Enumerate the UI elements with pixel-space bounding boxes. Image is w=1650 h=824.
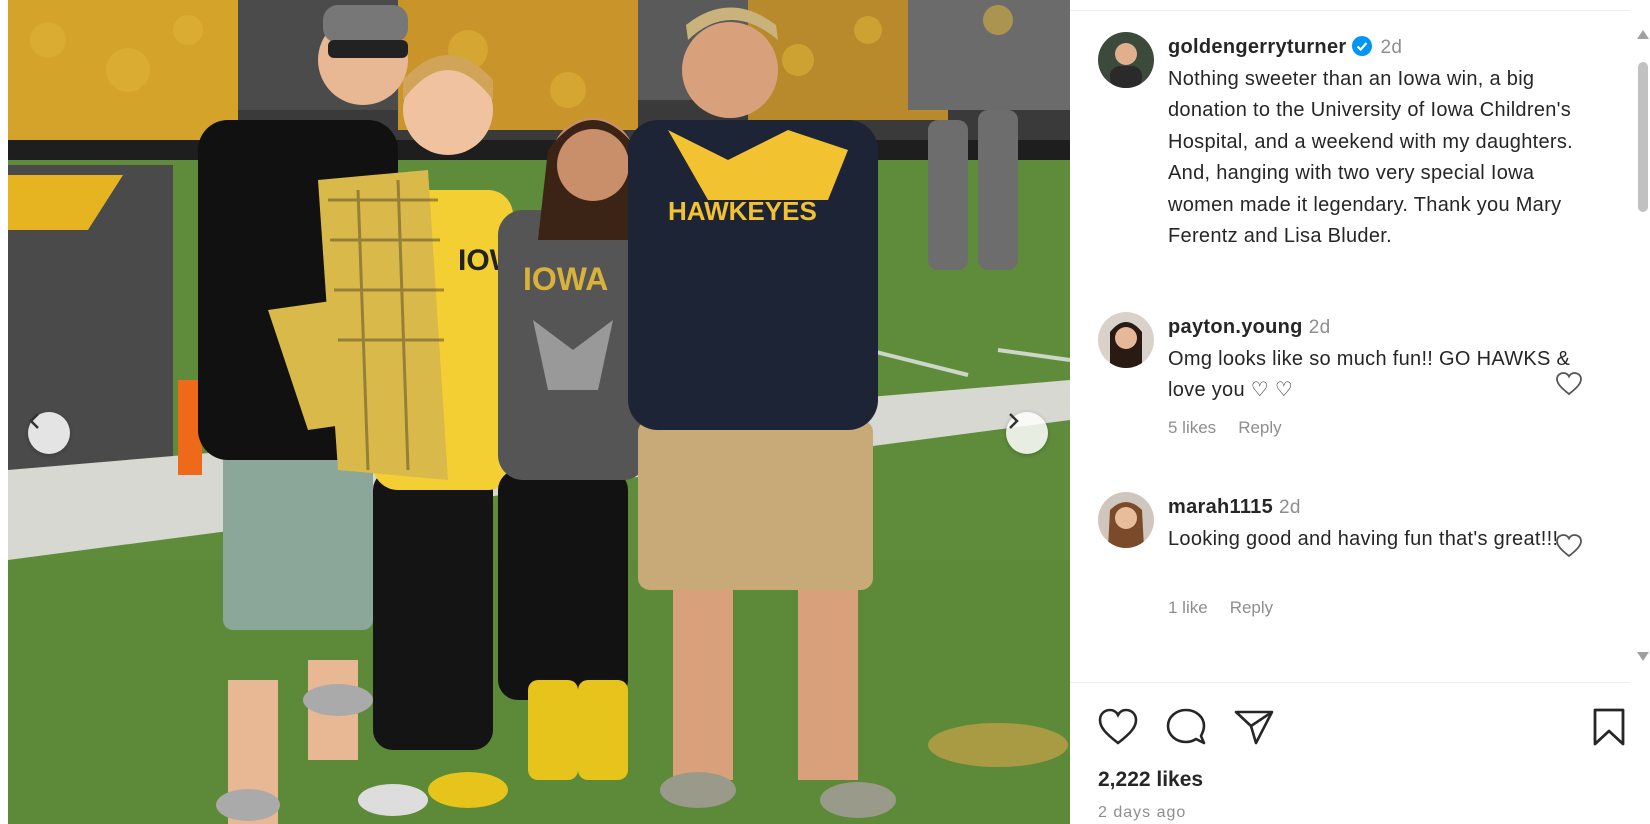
comment-item: marah1115 2d Looking good and having fun … [1098,492,1610,642]
photo-scene: IOWA HAWKS IOWA HAWKEYES [8,0,1070,824]
like-button[interactable] [1098,708,1138,746]
comment-meta: 1 like Reply [1168,598,1295,618]
verified-badge-icon [1352,36,1373,56]
comment-text: Omg looks like so much fun!! GO HAWKS & … [1168,347,1571,402]
svg-text:IOWA: IOWA [523,261,608,297]
comment-likes[interactable]: 5 likes [1168,418,1216,437]
heart-icon[interactable] [1556,534,1582,558]
panel-top-divider [1070,10,1630,11]
comment-button[interactable] [1166,708,1206,746]
save-button[interactable] [1592,708,1626,746]
comment-text-block: payton.young 2d Omg looks like so much fu… [1168,312,1580,407]
comment-time: 2d [1308,317,1331,338]
comment-item: payton.young 2d Omg looks like so much fu… [1098,312,1610,462]
carousel-next-button[interactable] [1006,412,1048,454]
caption-text: Nothing sweeter than an Iowa win, a big … [1168,67,1574,248]
comment-username[interactable]: marah1115 [1168,496,1273,518]
share-button[interactable] [1234,708,1274,746]
person-3: IOWA [498,118,648,780]
chevron-left-icon [29,413,39,429]
comment-text: Looking good and having fun that's great… [1168,527,1559,550]
caption-row: goldengerryturner 2d Nothing sweeter than… [1098,32,1610,292]
post-date[interactable]: 2 days ago [1098,804,1186,822]
caption-time: 2d [1380,37,1403,58]
comment-text-block: marah1115 2d Looking good and having fun … [1168,492,1580,555]
commenter-avatar[interactable] [1098,492,1154,548]
svg-text:HAWKEYES: HAWKEYES [668,196,817,226]
post-likes-count[interactable]: 2,222 likes [1098,768,1203,792]
post-action-bar [1098,708,1628,748]
caption-text-block: goldengerryturner 2d Nothing sweeter than… [1168,32,1580,253]
post-photo[interactable]: IOWA HAWKS IOWA HAWKEYES [8,0,1070,824]
comment-username[interactable]: payton.young [1168,316,1303,338]
scroll-up-arrow[interactable] [1637,30,1649,39]
scroll-thumb[interactable] [1638,62,1648,212]
comments-scroll-area[interactable]: goldengerryturner 2d Nothing sweeter than… [1070,12,1630,682]
author-username[interactable]: goldengerryturner [1168,36,1346,58]
comment-meta: 5 likes Reply [1168,418,1304,438]
commenter-avatar[interactable] [1098,312,1154,368]
comment-reply-button[interactable]: Reply [1238,418,1281,437]
comment-time: 2d [1279,497,1301,518]
comments-scrollbar[interactable] [1636,22,1650,672]
post-panel: goldengerryturner 2d Nothing sweeter than… [1070,0,1650,824]
comment-likes[interactable]: 1 like [1168,598,1208,617]
chevron-right-icon [1009,413,1019,429]
author-avatar[interactable] [1098,32,1154,88]
actions-divider [1070,682,1630,683]
heart-icon[interactable] [1556,372,1582,396]
scroll-down-arrow[interactable] [1637,652,1649,661]
carousel-prev-button[interactable] [28,412,70,454]
comment-reply-button[interactable]: Reply [1230,598,1273,617]
